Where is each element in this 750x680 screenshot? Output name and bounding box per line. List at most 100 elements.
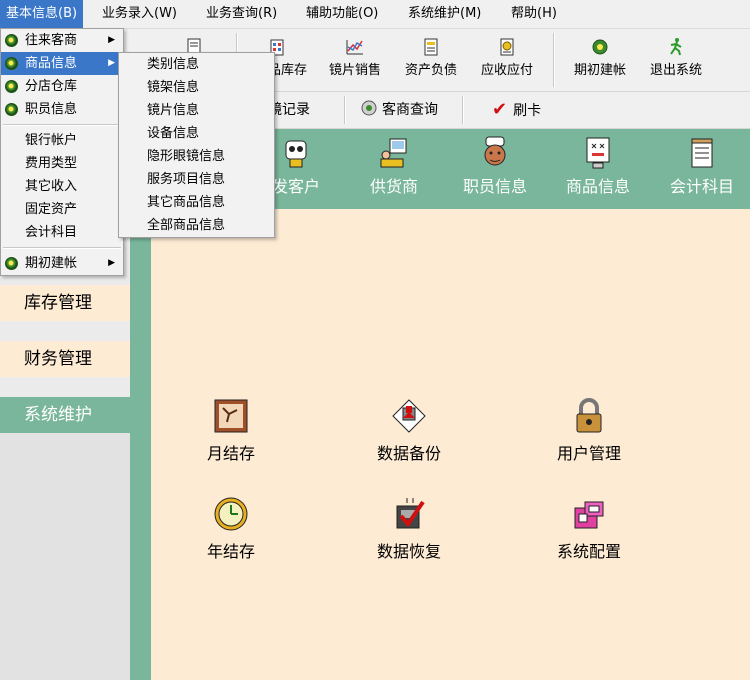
- clock-icon: [214, 497, 248, 531]
- toolbar-separator: [462, 96, 464, 124]
- toolbar-label-opening: 期初建帐: [573, 63, 626, 78]
- grid-item-yearly-close[interactable]: 年结存: [176, 496, 286, 562]
- grid-item-restore[interactable]: 数据恢复: [354, 496, 464, 562]
- header-label: 会计科目: [669, 177, 734, 196]
- toolbar-separator: [553, 33, 555, 87]
- grid-label: 数据备份: [376, 444, 441, 463]
- menu-item-products[interactable]: 商品信息 ▶: [1, 52, 123, 75]
- sidebar-item-finance[interactable]: 财务管理: [0, 341, 130, 377]
- menu-item-other-income[interactable]: 其它收入: [1, 175, 123, 198]
- chef-face-icon: [484, 136, 506, 166]
- grid-label: 用户管理: [556, 444, 621, 463]
- submenu-item-label: 镜片信息: [147, 103, 200, 118]
- menu-item-label: 期初建帐: [25, 256, 78, 271]
- menu-item-opening-balance[interactable]: 期初建帐 ▶: [1, 252, 123, 275]
- sidebar-gap: [0, 321, 130, 341]
- menu-separator: [3, 247, 121, 249]
- menu-item-fixed-assets[interactable]: 固定资产: [1, 198, 123, 221]
- grid-label: 年结存: [206, 542, 255, 561]
- basic-info-dropdown: 往来客商 ▶ 商品信息 ▶ 分店仓库 职员信息 银行帐户 费用类型 其它收入 固…: [0, 28, 124, 276]
- menu-basic-info[interactable]: 基本信息(B): [0, 0, 84, 28]
- toolbar-button-assets[interactable]: 资产负债: [396, 33, 466, 87]
- header-label: 职员信息: [462, 177, 527, 196]
- submenu-item-lenses[interactable]: 镜片信息: [119, 99, 274, 122]
- sidebar-gap: [0, 377, 130, 397]
- checkmark-icon: ✔: [492, 99, 508, 120]
- toolbar-button-receivables[interactable]: 应收应付: [472, 33, 542, 87]
- submenu-item-label: 镜架信息: [147, 80, 200, 95]
- header-item-supplier[interactable]: 供货商: [354, 135, 434, 197]
- menu-item-label: 其它收入: [25, 179, 78, 194]
- grid-label: 月结存: [206, 444, 255, 463]
- sidebar-item-system[interactable]: 系统维护: [0, 397, 130, 433]
- grid-item-backup[interactable]: 数据备份: [354, 398, 464, 464]
- computer-user-icon: [380, 138, 407, 168]
- customer-query-button[interactable]: 客商查询: [360, 96, 438, 124]
- toolbar-label-receivables: 应收应付: [480, 63, 533, 78]
- menu-item-accounting-subjects[interactable]: 会计科目: [1, 221, 123, 244]
- header-item-staff[interactable]: 职员信息: [455, 135, 535, 197]
- calendar-icon: [214, 399, 248, 433]
- disc-icon: [361, 100, 377, 116]
- menu-item-label: 费用类型: [25, 156, 78, 171]
- grid-item-monthly-close[interactable]: 月结存: [176, 398, 286, 464]
- submenu-item-label: 全部商品信息: [147, 218, 226, 233]
- submenu-item-label: 服务项目信息: [147, 172, 226, 187]
- menu-item-staff[interactable]: 职员信息: [1, 98, 123, 121]
- swipe-card-label: 刷卡: [513, 103, 542, 119]
- submenu-item-frames[interactable]: 镜架信息: [119, 76, 274, 99]
- toolbar-button-lens-sales[interactable]: 镜片销售: [320, 33, 390, 87]
- radio-bullet-icon: [5, 103, 18, 116]
- submenu-item-label: 隐形眼镜信息: [147, 149, 226, 164]
- green-disc-icon: [592, 39, 608, 55]
- menu-separator: [3, 124, 121, 126]
- menu-item-branch-warehouse[interactable]: 分店仓库: [1, 75, 123, 98]
- grid-item-user-management[interactable]: 用户管理: [534, 398, 644, 464]
- menu-item-label: 商品信息: [25, 56, 78, 71]
- menu-business-entry[interactable]: 业务录入(W): [96, 0, 183, 28]
- toolbar-label-exit: 退出系统: [649, 63, 702, 78]
- grid-item-system-config[interactable]: 系统配置: [534, 496, 644, 562]
- submenu-item-services[interactable]: 服务项目信息: [119, 168, 274, 191]
- header-item-products[interactable]: 商品信息: [558, 135, 638, 197]
- backup-disk-icon: [392, 399, 426, 433]
- chart-icon: [346, 40, 363, 55]
- submenu-item-all-products[interactable]: 全部商品信息: [119, 214, 274, 237]
- submenu-arrow-icon: ▶: [108, 258, 115, 268]
- submenu-item-equipment[interactable]: 设备信息: [119, 122, 274, 145]
- menu-item-label: 往来客商: [25, 33, 78, 48]
- submenu-item-label: 类别信息: [147, 57, 200, 72]
- sidebar-item-inventory[interactable]: 库存管理: [0, 285, 130, 321]
- ledger-icon: [424, 38, 438, 56]
- swipe-card-button[interactable]: ✔ 刷卡: [492, 96, 541, 124]
- config-box-icon: [574, 501, 604, 529]
- menubar: 基本信息(B) 业务录入(W) 业务查询(R) 辅助功能(O) 系统维护(M) …: [0, 0, 750, 29]
- submenu-arrow-icon: ▶: [108, 58, 115, 68]
- menu-system-maintenance[interactable]: 系统维护(M): [402, 0, 487, 28]
- header-item-accounts[interactable]: 会计科目: [662, 135, 742, 197]
- submenu-item-category[interactable]: 类别信息: [119, 53, 274, 76]
- toolbar-separator: [344, 96, 346, 124]
- menu-help[interactable]: 帮助(H): [505, 0, 563, 28]
- restore-check-icon: [396, 498, 425, 529]
- header-label: 商品信息: [565, 177, 630, 196]
- submenu-item-label: 设备信息: [147, 126, 200, 141]
- robot-face-icon: [285, 140, 307, 168]
- padlock-icon: [576, 398, 602, 433]
- menu-item-partners[interactable]: 往来客商 ▶: [1, 29, 123, 52]
- submenu-item-other-products[interactable]: 其它商品信息: [119, 191, 274, 214]
- radio-bullet-icon: [5, 57, 18, 70]
- radio-bullet-icon: [5, 80, 18, 93]
- grid-label: 数据恢复: [376, 542, 441, 561]
- toolbar-button-exit[interactable]: 退出系统: [640, 33, 712, 87]
- menu-business-query[interactable]: 业务查询(R): [200, 0, 283, 28]
- menu-item-bank-accounts[interactable]: 银行帐户: [1, 129, 123, 152]
- header-label: 供货商: [369, 177, 418, 196]
- submenu-item-contact-lenses[interactable]: 隐形眼镜信息: [119, 145, 274, 168]
- menu-item-label: 分店仓库: [25, 79, 78, 94]
- monitor-face-icon: [586, 137, 610, 169]
- menu-aux-functions[interactable]: 辅助功能(O): [300, 0, 384, 28]
- menu-item-expense-types[interactable]: 费用类型: [1, 152, 123, 175]
- toolbar-button-opening[interactable]: 期初建帐: [564, 33, 636, 87]
- submenu-arrow-icon: ▶: [108, 35, 115, 45]
